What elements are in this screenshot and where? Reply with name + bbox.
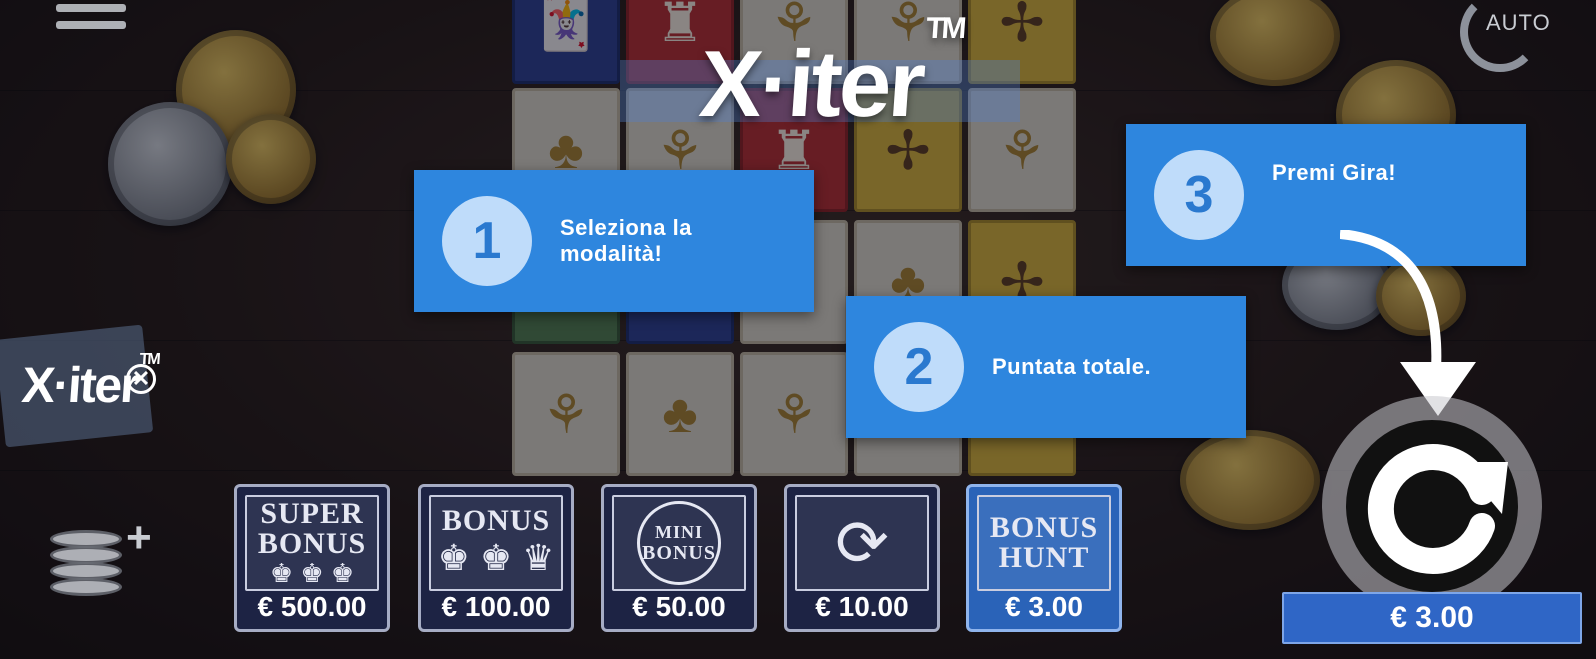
card-art: SUPER BONUS ♚ ♚ ♚ xyxy=(245,495,379,591)
tooltip-text: Premi Gira! xyxy=(1272,160,1397,185)
coin-stack-icon xyxy=(50,578,122,596)
game-logo: X·iterTM xyxy=(696,12,965,136)
card-art: BONUS ♚ ♚ ♛ xyxy=(429,495,563,591)
plus-icon: + xyxy=(126,513,152,562)
card-price: € 100.00 xyxy=(441,591,551,622)
auto-button[interactable]: AUTO xyxy=(1460,0,1570,72)
tooltip-select-mode: 1 Seleziona la modalità! xyxy=(414,170,814,312)
card-art: MINI BONUS xyxy=(612,495,746,591)
gold-coin xyxy=(226,114,316,204)
tooltip-text: Seleziona la modalità! xyxy=(560,215,692,266)
menu-button[interactable] xyxy=(56,4,126,38)
wheat-symbol: ⚘ xyxy=(512,352,620,476)
wheat-symbol: ⚘ xyxy=(740,352,848,476)
card-price: € 10.00 xyxy=(815,591,909,622)
total-bet-display[interactable]: € 3.00 xyxy=(1282,592,1582,644)
game-screen: 🃏 ♜ ⚘ ⚘ ✢ ♣ ⚘ ♜ ✢ ⚘ ⌂ ⛨ ♣ ♣ ✢ ⚘ ♣ ⚘ ♣ ✢ … xyxy=(0,0,1596,659)
bonus-card-bonus[interactable]: BONUS ♚ ♚ ♛ € 100.00 xyxy=(418,484,574,632)
curved-arrow-icon xyxy=(1340,230,1476,416)
card-title-line1: BONUS xyxy=(989,511,1099,544)
step-number: 2 xyxy=(874,322,964,412)
spin-icon xyxy=(1367,444,1508,574)
gold-coin xyxy=(1210,0,1340,86)
kings-icon: ♚ ♚ ♛ xyxy=(437,537,555,578)
card-title-line2: BONUS xyxy=(642,542,716,564)
close-icon[interactable]: ✕ xyxy=(126,364,156,394)
tree-symbol: ♣ xyxy=(626,352,734,476)
step-number: 1 xyxy=(442,196,532,286)
bonus-card-super-bonus[interactable]: SUPER BONUS ♚ ♚ ♚ € 500.00 xyxy=(234,484,390,632)
tooltip-text: Puntata totale. xyxy=(992,354,1152,379)
card-title-line2: BONUS xyxy=(257,527,367,560)
card-title-line1: SUPER xyxy=(260,497,364,530)
card-title-line1: BONUS xyxy=(441,504,551,537)
step-number: 3 xyxy=(1154,150,1244,240)
tooltip-total-bet: 2 Puntata totale. xyxy=(846,296,1246,438)
gold-coin xyxy=(1180,430,1320,530)
card-title-line1: MINI xyxy=(655,522,703,542)
menu-icon xyxy=(56,4,126,12)
card-art: BONUS HUNT xyxy=(977,495,1111,591)
respin-icon: ⟳ xyxy=(835,507,889,579)
bonus-card-bonus-hunt[interactable]: BONUS HUNT € 3.00 xyxy=(966,484,1122,632)
card-price: € 3.00 xyxy=(1005,591,1083,622)
jester-symbol: 🃏 xyxy=(512,0,620,84)
bonus-card-mini-bonus[interactable]: MINI BONUS € 50.00 xyxy=(601,484,757,632)
card-art: ⟳ xyxy=(795,495,929,591)
silver-coin xyxy=(108,102,232,226)
card-price: € 50.00 xyxy=(632,591,726,622)
card-price: € 500.00 xyxy=(257,591,367,622)
menu-icon-bar xyxy=(56,21,126,29)
bonus-card-respin[interactable]: ⟳ € 10.00 xyxy=(784,484,940,632)
magnifier-icon: MINI BONUS xyxy=(637,501,721,585)
auto-label: AUTO xyxy=(1486,10,1551,35)
kings-icon: ♚ ♚ ♚ xyxy=(269,558,355,588)
bet-coins-button[interactable]: + xyxy=(50,516,152,600)
card-title-line2: HUNT xyxy=(998,541,1090,574)
